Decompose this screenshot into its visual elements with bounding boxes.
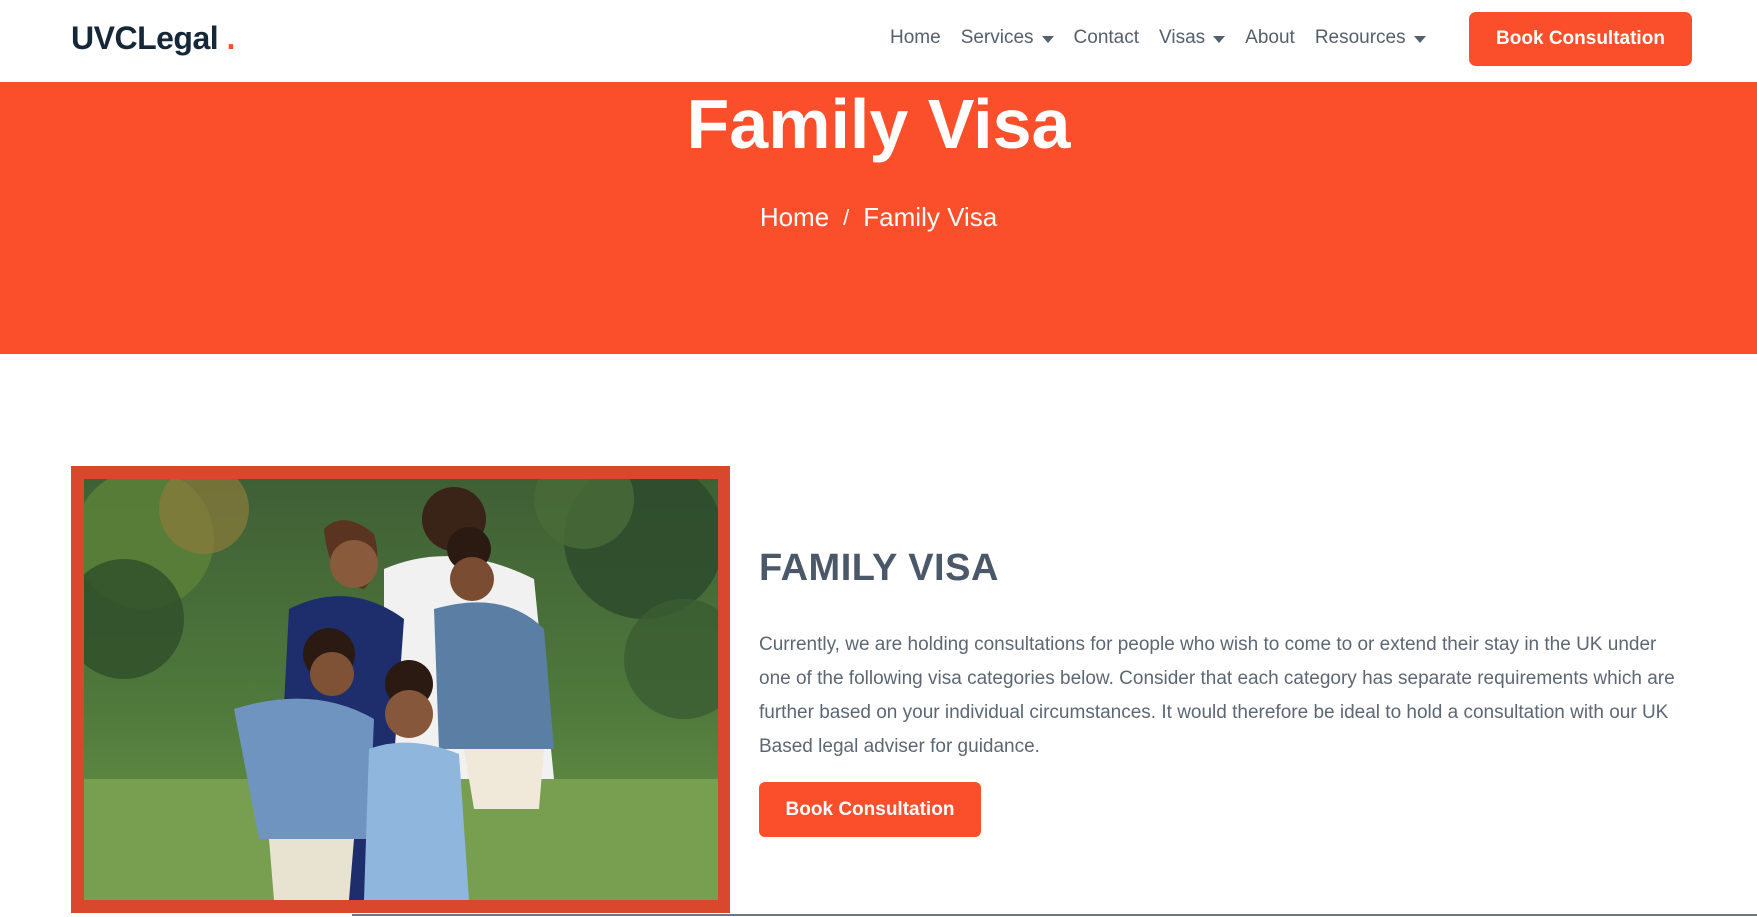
- nav-label: Services: [960, 27, 1034, 48]
- logo-text: UVCLegal: [71, 20, 219, 56]
- book-consultation-header-button[interactable]: Book Consultation: [1469, 12, 1692, 66]
- nav-item-contact[interactable]: Contact: [1074, 27, 1139, 49]
- site-logo[interactable]: UVCLegal .: [71, 20, 235, 57]
- book-consultation-button[interactable]: Book Consultation: [759, 782, 981, 837]
- nav-item-visas[interactable]: Visas: [1159, 27, 1226, 49]
- breadcrumb-separator: /: [843, 204, 850, 230]
- nav-item-services[interactable]: Services: [961, 27, 1054, 49]
- nav-label: Home: [890, 27, 941, 48]
- nav-label: About: [1245, 27, 1295, 48]
- breadcrumb: Home / Family Visa: [0, 202, 1757, 233]
- breadcrumb-current: Family Visa: [863, 202, 998, 232]
- site-header: UVCLegal . Home Services Contact Visas A…: [0, 0, 1757, 82]
- breadcrumb-home-link[interactable]: Home: [760, 202, 829, 233]
- family-photo-frame: [71, 466, 730, 913]
- caret-down-icon: [1213, 35, 1226, 43]
- nav-label: Visas: [1159, 27, 1206, 48]
- caret-down-icon: [1413, 35, 1426, 43]
- logo-dot: .: [226, 20, 236, 56]
- nav-item-resources[interactable]: Resources: [1315, 27, 1426, 49]
- nav-item-about[interactable]: About: [1245, 27, 1295, 49]
- intro-paragraph: Currently, we are holding consultations …: [759, 634, 1675, 757]
- family-photo: [84, 479, 718, 900]
- page-divider: [352, 914, 1757, 916]
- family-photo-illustration: [84, 479, 718, 900]
- nav-label: Resources: [1314, 27, 1406, 48]
- nav-item-home[interactable]: Home: [890, 27, 941, 49]
- hero-banner: Family Visa Home / Family Visa: [0, 82, 1757, 354]
- section-heading: FAMILY VISA: [759, 547, 999, 589]
- page-title: Family Visa: [686, 85, 1071, 163]
- caret-down-icon: [1041, 35, 1054, 43]
- nav-label: Contact: [1073, 27, 1140, 48]
- main-nav: Home Services Contact Visas About Resour…: [890, 27, 1446, 49]
